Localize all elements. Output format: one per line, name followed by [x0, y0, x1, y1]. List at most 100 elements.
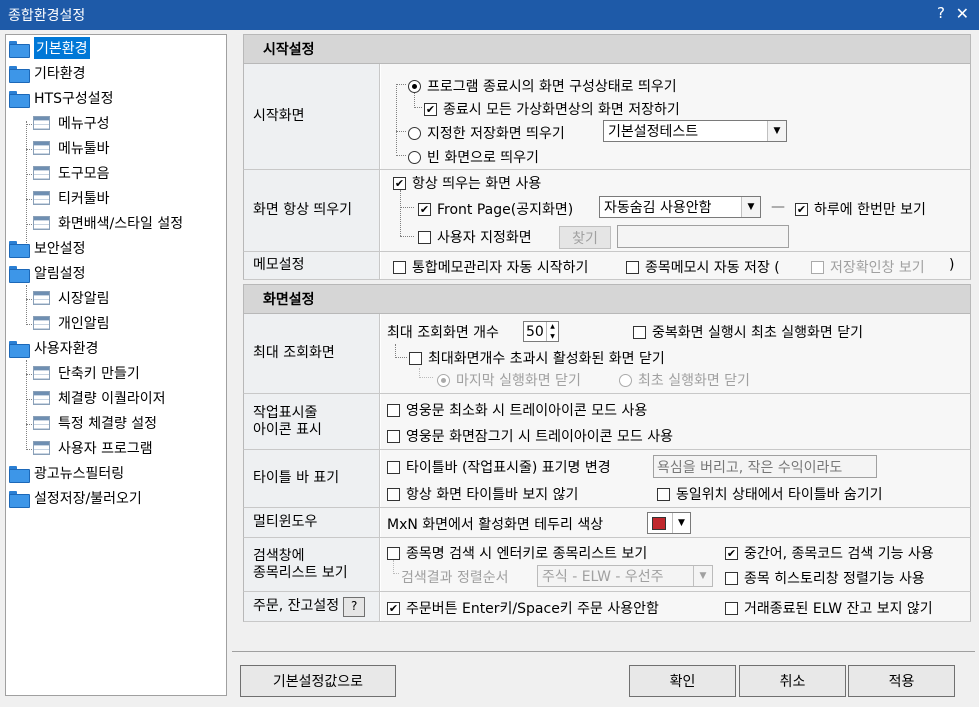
tree-item[interactable]: 화면배색/스타일 설정 [33, 212, 183, 234]
checkbox-lock-tray[interactable]: 영웅문 화면잠그기 시 트레이아이콘 모드 사용 [387, 426, 673, 446]
checkbox-stock-memo[interactable]: 종목메모시 자동 저장 ( [626, 257, 780, 277]
check-icon [409, 351, 422, 365]
check-icon [418, 230, 431, 244]
check-icon [387, 487, 400, 501]
checkbox-user-screen[interactable]: 사용자 지정화면 [418, 227, 532, 247]
radio-last-close[interactable]: 마지막 실행화면 닫기 [437, 370, 581, 390]
checkbox-hide-same-pos[interactable]: 동일위치 상태에서 타이틀바 숨기기 [657, 484, 883, 504]
section-header-screen: 화면설정 [243, 284, 971, 314]
tree-item[interactable]: 보안설정 [9, 237, 86, 259]
tree-item[interactable]: 기본환경 [9, 37, 90, 59]
checkbox-exceed-close[interactable]: 최대화면개수 초과시 활성화된 화면 닫기 [409, 348, 665, 368]
tree-item[interactable]: 티커툴바 [33, 187, 110, 209]
row-label: 작업표시줄 아이콘 표시 [244, 394, 380, 449]
page-icon [33, 416, 50, 430]
tree-item[interactable]: 알림설정 [9, 262, 86, 284]
tree-item[interactable]: 체결량 이퀄라이저 [33, 387, 166, 409]
folder-icon [9, 40, 30, 58]
close-icon[interactable]: ✕ [956, 4, 969, 23]
check-icon [387, 429, 400, 443]
max-count-stepper[interactable]: 50 ▲ ▼ [523, 321, 559, 342]
tree-item-label: 사용자환경 [34, 341, 99, 357]
tree-item[interactable]: 도구모음 [33, 162, 110, 184]
radio-saved-screen[interactable]: 지정한 저장화면 띄우기 [408, 123, 565, 143]
tree-item-label: 체결량 이퀄라이저 [58, 391, 166, 407]
tree-item[interactable]: 시장알림 [33, 287, 110, 309]
check-icon [633, 325, 646, 339]
tree-item[interactable]: HTS구성설정 [9, 87, 114, 109]
check-icon [725, 601, 738, 615]
help-icon[interactable]: ? [937, 4, 945, 22]
checkbox-hide-elw[interactable]: 거래종료된 ELW 잔고 보지 않기 [725, 598, 933, 618]
checkbox-integrated-memo[interactable]: 통합메모관리자 자동 시작하기 [393, 257, 588, 277]
checkbox-front-page[interactable]: ✔ Front Page(공지화면) [418, 199, 573, 219]
title-text-field[interactable]: 욕심을 버리고, 작은 수익이라도 [653, 455, 877, 478]
checkbox-once-a-day[interactable]: ✔ 하루에 한번만 보기 [795, 199, 926, 219]
checkbox-history-sort[interactable]: 종목 히스토리창 정렬기능 사용 [725, 568, 925, 588]
tree-item[interactable]: 설정저장/불러오기 [9, 487, 142, 509]
checkbox-save-all-virtual[interactable]: ✔ 종료시 모든 가상화면상의 화면 저장하기 [424, 99, 680, 119]
tree-item-label: 설정저장/불러오기 [34, 491, 142, 507]
check-icon: ✔ [393, 176, 406, 190]
saved-screen-select[interactable]: 기본설정테스트 ▼ [603, 120, 787, 142]
defaults-button[interactable]: 기본설정값으로 [240, 665, 396, 697]
row-label: 화면 항상 띄우기 [244, 170, 380, 251]
order-help-button[interactable]: ? [343, 596, 366, 617]
checkbox-dup-close[interactable]: 중복화면 실행시 최초 실행화면 닫기 [633, 322, 863, 342]
radio-restore-layout[interactable]: 프로그램 종료시의 화면 구성상태로 띄우기 [408, 76, 677, 96]
tree-item-label: HTS구성설정 [34, 91, 114, 107]
checkbox-hide-titlebar[interactable]: 항상 화면 타이틀바 보지 않기 [387, 484, 578, 504]
folder-icon [9, 465, 30, 483]
radio-icon [408, 150, 421, 164]
chevron-up-icon[interactable]: ▲ [550, 323, 555, 330]
checkbox-save-confirm[interactable]: 저장확인창 보기 [811, 257, 925, 277]
tree-item[interactable]: 기타환경 [9, 62, 86, 84]
check-icon [657, 487, 670, 501]
ok-button[interactable]: 확인 [629, 665, 736, 697]
row-tray: 작업표시줄 아이콘 표시 영웅문 최소화 시 트레이아이콘 모드 사용 영웅문 … [243, 394, 971, 450]
tree-item-label: 메뉴구성 [58, 116, 110, 132]
tree-item[interactable]: 광고뉴스필터링 [9, 462, 124, 484]
find-button[interactable]: 찾기 [559, 226, 611, 249]
tree-item[interactable]: 메뉴구성 [33, 112, 110, 134]
chevron-down-icon[interactable]: ▼ [550, 333, 555, 340]
page-icon [33, 141, 50, 155]
checkbox-disable-enter-space[interactable]: ✔ 주문버튼 Enter키/Space키 주문 사용안함 [387, 598, 659, 618]
user-screen-field[interactable] [617, 225, 789, 248]
tree-item[interactable]: 개인알림 [33, 312, 110, 334]
dash-separator: — [771, 199, 785, 215]
tree-item-label: 사용자 프로그램 [58, 441, 153, 457]
folder-icon [9, 340, 30, 358]
row-always-screen: 화면 항상 띄우기 ✔ 항상 띄우는 화면 사용 ✔ Front Page(공지… [243, 170, 971, 252]
sort-order-select[interactable]: 주식 - ELW - 우선주 ▼ [537, 565, 713, 587]
tree-item-label: 개인알림 [58, 316, 110, 332]
page-icon [33, 441, 50, 455]
front-page-select[interactable]: 자동숨김 사용안함 ▼ [599, 196, 761, 218]
tree-item[interactable]: 특정 체결량 설정 [33, 412, 157, 434]
border-color-picker[interactable]: ▼ [647, 512, 691, 534]
checkbox-minimize-tray[interactable]: 영웅문 최소화 시 트레이아이콘 모드 사용 [387, 400, 647, 420]
section-header-startup: 시작설정 [243, 34, 971, 64]
tree-item[interactable]: 메뉴툴바 [33, 137, 110, 159]
row-label: 주문, 잔고설정 ? [244, 592, 380, 621]
tree-item-label: 알림설정 [34, 266, 86, 282]
checkbox-change-title[interactable]: 타이틀바 (작업표시줄) 표기명 변경 [387, 457, 611, 477]
tree-item[interactable]: 사용자 프로그램 [33, 437, 153, 459]
radio-first-close[interactable]: 최초 실행화면 닫기 [619, 370, 750, 390]
page-icon [33, 316, 50, 330]
settings-tree: 기본환경기타환경 HTS구성설정메뉴구성메뉴툴바도구모음티커툴바화면배색/스타일 … [5, 34, 227, 696]
row-label: 메모설정 [244, 252, 380, 279]
checkbox-always-use[interactable]: ✔ 항상 띄우는 화면 사용 [393, 173, 541, 193]
checkbox-enter-list[interactable]: 종목명 검색 시 엔터키로 종목리스트 보기 [387, 543, 647, 563]
tree-item[interactable]: 단축키 만들기 [33, 362, 140, 384]
cancel-button[interactable]: 취소 [739, 665, 846, 697]
tree-item[interactable]: 사용자환경 [9, 337, 98, 359]
check-icon [626, 260, 639, 274]
radio-blank-screen[interactable]: 빈 화면으로 띄우기 [408, 147, 539, 167]
check-icon: ✔ [725, 546, 738, 560]
row-search: 검색창에 종목리스트 보기 종목명 검색 시 엔터키로 종목리스트 보기 ✔ 중… [243, 538, 971, 592]
checkbox-middle-code[interactable]: ✔ 중간어, 종목코드 검색 기능 사용 [725, 543, 934, 563]
apply-button[interactable]: 적용 [848, 665, 955, 697]
row-memo: 메모설정 통합메모관리자 자동 시작하기 종목메모시 자동 저장 ( 저장확인창… [243, 252, 971, 280]
check-icon [387, 460, 400, 474]
